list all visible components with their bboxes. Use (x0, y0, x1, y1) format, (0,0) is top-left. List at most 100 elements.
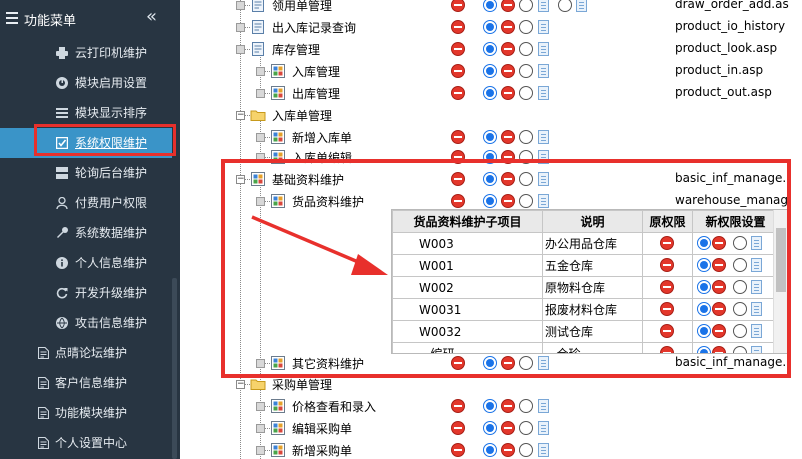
sidebar-item-system-data[interactable]: 系统数据维护 (0, 218, 172, 248)
permission-allow-radio[interactable] (483, 421, 497, 435)
tree-node: 出入库记录查询 product_io_history (180, 16, 802, 38)
subitem-detail-icon[interactable] (538, 0, 549, 12)
permission-allow-radio[interactable] (483, 443, 497, 457)
tree-node-url: product_out.asp (675, 85, 772, 99)
sidebar-scrollbar[interactable] (172, 278, 177, 459)
permission-extra-radio[interactable] (558, 0, 572, 12)
tree-node: 编辑采购单 (180, 417, 802, 439)
permission-deny-radio[interactable] (501, 20, 515, 34)
collapse-node-icon[interactable]: − (236, 380, 245, 389)
subitem-detail-icon[interactable] (538, 86, 549, 100)
permission-deny-radio[interactable] (501, 86, 515, 100)
permission-allow-radio[interactable] (483, 130, 497, 144)
permission-deny-radio[interactable] (501, 421, 515, 435)
permission-unset-radio[interactable] (519, 0, 533, 12)
permission-unset-radio[interactable] (519, 130, 533, 144)
printer-icon (56, 47, 68, 59)
tree-node: 领用单管理 draw_order_add.as (180, 0, 802, 16)
sidebar-item-personal-settings[interactable]: 个人设置中心 (0, 428, 172, 458)
old-permission-deny-icon (451, 399, 465, 413)
add-subitem-icon[interactable] (576, 0, 587, 12)
module-grid-icon (271, 399, 285, 413)
user-icon (56, 197, 68, 209)
permission-deny-radio[interactable] (501, 42, 515, 56)
permission-allow-radio[interactable] (483, 0, 497, 12)
permission-deny-radio[interactable] (501, 130, 515, 144)
collapse-sidebar-icon[interactable]: « (146, 7, 157, 27)
sidebar-item-label: 个人信息维护 (75, 256, 148, 270)
sidebar-item-customer-info[interactable]: 客户信息维护 (0, 368, 172, 398)
tree-node-label[interactable]: 采购单管理 (272, 376, 332, 393)
permission-unset-radio[interactable] (519, 443, 533, 457)
sidebar-item-label: 系统数据维护 (75, 226, 148, 240)
collapse-node-icon[interactable]: − (236, 111, 245, 120)
subitem-detail-icon[interactable] (538, 399, 549, 413)
subitem-detail-icon[interactable] (538, 20, 549, 34)
page-icon (252, 0, 264, 12)
leaf-node-marker (256, 67, 265, 76)
server-icon (56, 167, 68, 179)
subitem-detail-icon[interactable] (538, 443, 549, 457)
sidebar-item-label: 付费用户权限 (75, 196, 148, 210)
permission-deny-radio[interactable] (501, 0, 515, 12)
permission-allow-radio[interactable] (483, 42, 497, 56)
sidebar-item-module-enable[interactable]: 模块启用设置 (0, 68, 172, 98)
tree-node: 出库管理 product_out.asp (180, 82, 802, 104)
permission-unset-radio[interactable] (519, 399, 533, 413)
tree-node-label[interactable]: 新增入库单 (292, 129, 352, 146)
permission-allow-radio[interactable] (483, 399, 497, 413)
sidebar-item-polling-backend[interactable]: 轮询后台维护 (0, 158, 172, 188)
wrench-icon (57, 227, 68, 238)
annotation-highlight-active-item (34, 124, 176, 156)
leaf-node-marker (236, 1, 245, 10)
doc-icon (38, 407, 49, 419)
tree-node-url: product_in.asp (675, 63, 764, 77)
permission-unset-radio[interactable] (519, 64, 533, 78)
sidebar-item-label: 模块启用设置 (75, 76, 148, 90)
permission-deny-radio[interactable] (501, 399, 515, 413)
tree-node: 新增入库单 (180, 126, 802, 148)
sidebar-item-cloud-printer[interactable]: 云打印机维护 (0, 38, 172, 68)
permission-unset-radio[interactable] (519, 421, 533, 435)
globe-icon (56, 317, 68, 329)
tree-node-label[interactable]: 入库单管理 (272, 107, 332, 124)
permission-deny-radio[interactable] (501, 443, 515, 457)
tree-node-label[interactable]: 价格查看和录入 (292, 398, 376, 415)
subitem-detail-icon[interactable] (538, 42, 549, 56)
tree-node-label[interactable]: 库存管理 (272, 41, 320, 58)
subitem-detail-icon[interactable] (538, 130, 549, 144)
permission-allow-radio[interactable] (483, 64, 497, 78)
tree-node: 入库管理 product_in.asp (180, 60, 802, 82)
sidebar-item-function-modules[interactable]: 功能模块维护 (0, 398, 172, 428)
sidebar-item-personal-info[interactable]: 个人信息维护 (0, 248, 172, 278)
info-icon (56, 257, 68, 269)
sidebar-item-forum[interactable]: 点晴论坛维护 (0, 338, 172, 368)
sidebar-item-attack-info[interactable]: 攻击信息维护 (0, 308, 172, 338)
doc-icon (38, 437, 49, 449)
tree-node-label[interactable]: 新增采购单 (292, 442, 352, 459)
subitem-detail-icon[interactable] (538, 64, 549, 78)
permission-deny-radio[interactable] (501, 64, 515, 78)
sidebar-item-paid-users[interactable]: 付费用户权限 (0, 188, 172, 218)
tree-node-label[interactable]: 入库管理 (292, 63, 340, 80)
tree-node-label[interactable]: 领用单管理 (272, 0, 332, 14)
tree-node: 新增采购单 (180, 439, 802, 459)
annotation-arrow-icon (251, 215, 388, 275)
permission-unset-radio[interactable] (519, 20, 533, 34)
tree-node-label[interactable]: 编辑采购单 (292, 420, 352, 437)
leaf-node-marker (256, 89, 265, 98)
old-permission-deny-icon (451, 64, 465, 78)
tree-node-label[interactable]: 出入库记录查询 (272, 19, 356, 36)
permission-allow-radio[interactable] (483, 20, 497, 34)
tree-node-label[interactable]: 出库管理 (292, 85, 340, 102)
leaf-node-marker (256, 133, 265, 142)
leaf-node-marker (256, 446, 265, 455)
sidebar-item-dev-upgrade[interactable]: 开发升级维护 (0, 278, 172, 308)
old-permission-deny-icon (451, 421, 465, 435)
old-permission-deny-icon (451, 42, 465, 56)
permission-unset-radio[interactable] (519, 86, 533, 100)
permission-unset-radio[interactable] (519, 42, 533, 56)
sidebar-item-label: 开发升级维护 (75, 286, 148, 300)
subitem-detail-icon[interactable] (538, 421, 549, 435)
permission-allow-radio[interactable] (483, 86, 497, 100)
